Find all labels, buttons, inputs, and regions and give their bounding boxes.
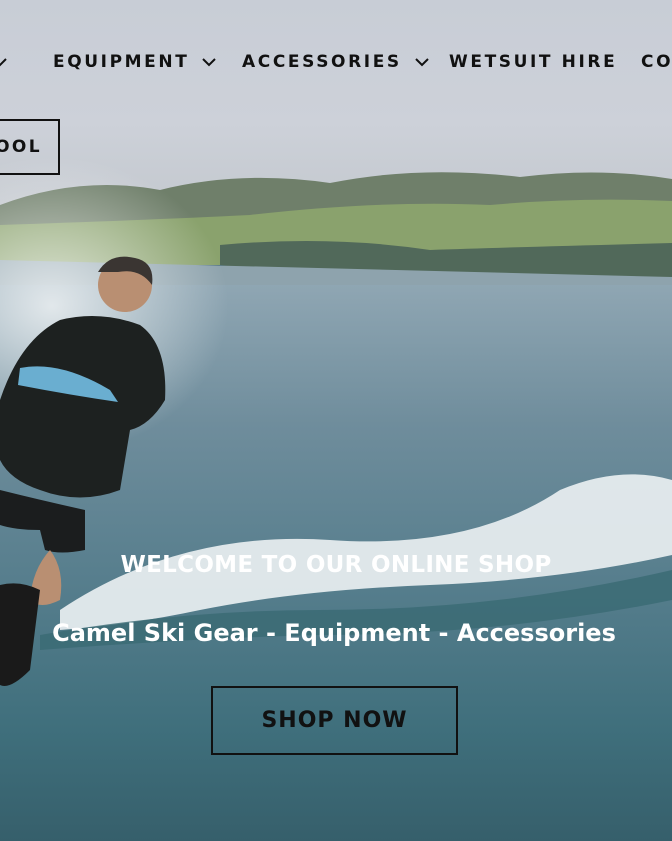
nav-item-label: ACCESSORIES: [242, 52, 402, 72]
nav-item-label: CO: [641, 52, 672, 72]
shop-now-button[interactable]: SHOP NOW: [211, 686, 458, 755]
nav-item-previous[interactable]: [0, 46, 8, 78]
shop-now-label: SHOP NOW: [261, 708, 408, 733]
chevron-down-icon: [0, 58, 7, 67]
school-button-label: OOL: [0, 137, 42, 157]
nav-item-label: EQUIPMENT: [53, 52, 190, 72]
nav-item-contact[interactable]: CO: [641, 46, 672, 78]
nav-item-accessories[interactable]: ACCESSORIES: [242, 46, 430, 78]
nav-item-equipment[interactable]: EQUIPMENT: [53, 46, 217, 78]
nav-item-wetsuit-hire[interactable]: WETSUIT HIRE: [449, 46, 617, 78]
welcome-heading: WELCOME TO OUR ONLINE SHOP: [120, 552, 552, 578]
chevron-down-icon: [202, 58, 217, 67]
nav-item-label: WETSUIT HIRE: [449, 52, 618, 72]
school-button[interactable]: OOL: [0, 119, 60, 175]
hero-subtitle: Camel Ski Gear - Equipment - Accessories: [52, 619, 616, 647]
main-navigation: EQUIPMENT ACCESSORIES WETSUIT HIRE CO: [0, 46, 672, 78]
chevron-down-icon: [415, 58, 429, 67]
